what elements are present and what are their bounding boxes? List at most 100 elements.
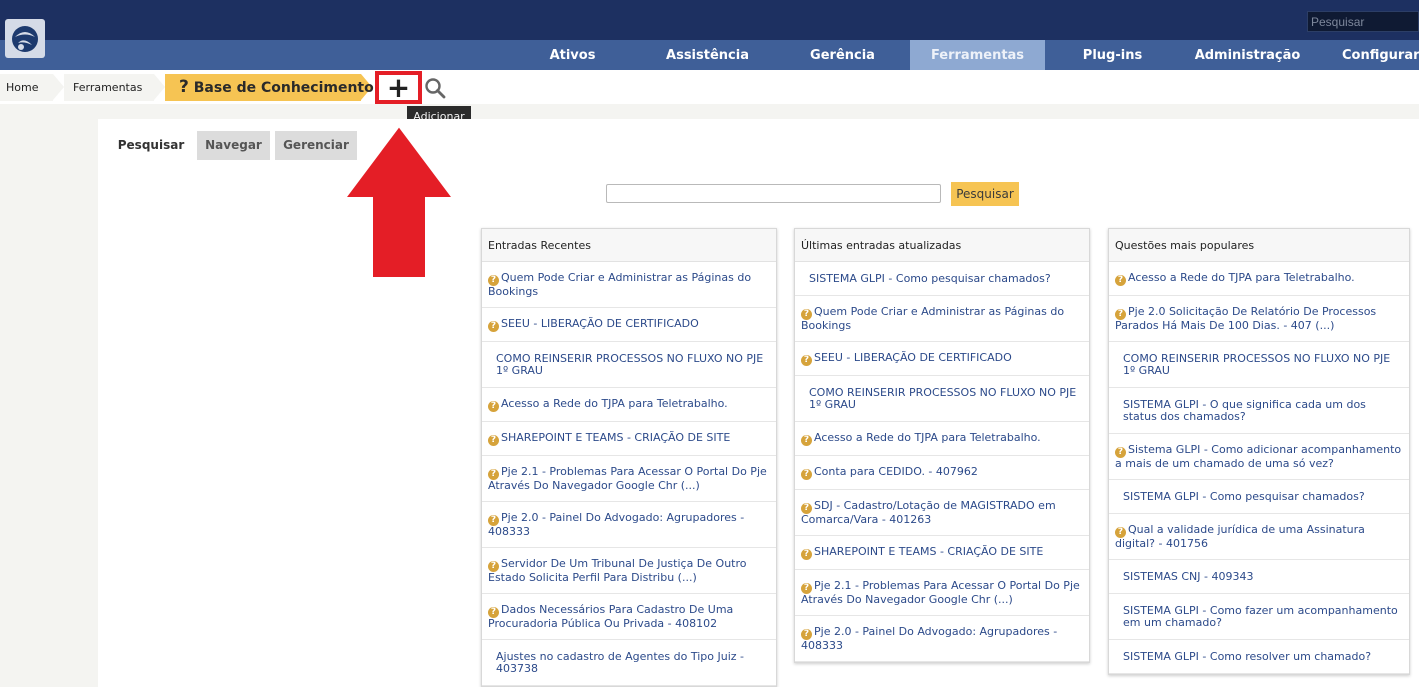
list-item[interactable]: ? Qual a validade jurídica de uma Assinat… bbox=[1109, 514, 1409, 560]
list-item-label: Pje 2.0 - Painel Do Advogado: Agrupadore… bbox=[801, 624, 1058, 652]
list-item-label: Pje 2.1 - Problemas Para Acessar O Porta… bbox=[488, 464, 767, 492]
list-item-content: ? Qual a validade jurídica de uma Assinat… bbox=[1115, 522, 1403, 550]
list-item-content: ? SDJ - Cadastro/Lotação de MAGISTRADO em… bbox=[801, 498, 1083, 526]
faq-icon: ? bbox=[801, 434, 812, 446]
list-item-label: Ajustes no cadastro de Agentes do Tipo J… bbox=[496, 649, 745, 675]
annotation-arrow-icon bbox=[343, 124, 455, 279]
popular-questions-list: ? Acesso a Rede do TJPA para Teletrabalho… bbox=[1109, 262, 1409, 674]
list-item[interactable]: COMO REINSERIR PROCESSOS NO FLUXO NO PJE… bbox=[482, 342, 776, 388]
list-item[interactable]: ? Pje 2.1 - Problemas Para Acessar O Port… bbox=[795, 570, 1089, 616]
list-item[interactable]: SISTEMA GLPI - Como fazer um acompanhame… bbox=[1109, 594, 1409, 640]
list-item-label: SHAREPOINT E TEAMS - CRIAÇÃO DE SITE bbox=[814, 544, 1044, 558]
list-item-label: COMO REINSERIR PROCESSOS NO FLUXO NO PJE… bbox=[496, 351, 764, 377]
kb-search-button[interactable]: Pesquisar bbox=[951, 182, 1019, 206]
list-item[interactable]: ? Quem Pode Criar e Administrar as Página… bbox=[795, 296, 1089, 342]
list-item-label: SHAREPOINT E TEAMS - CRIAÇÃO DE SITE bbox=[501, 430, 731, 444]
list-item[interactable]: ? SDJ - Cadastro/Lotação de MAGISTRADO em… bbox=[795, 490, 1089, 536]
list-item[interactable]: Ajustes no cadastro de Agentes do Tipo J… bbox=[482, 640, 776, 686]
list-item-content: ? Dados Necessários Para Cadastro De Uma … bbox=[488, 602, 770, 630]
list-item-content: ? Acesso a Rede do TJPA para Teletrabalho… bbox=[1115, 270, 1355, 286]
list-item[interactable]: SISTEMA GLPI - Como pesquisar chamados? bbox=[795, 262, 1089, 296]
list-item[interactable]: ? Acesso a Rede do TJPA para Teletrabalho… bbox=[482, 388, 776, 422]
menu-configurar[interactable]: Configurar bbox=[1342, 40, 1419, 70]
list-item[interactable]: SISTEMA GLPI - Como pesquisar chamados? bbox=[1109, 480, 1409, 514]
popular-questions-title: Questões mais populares bbox=[1109, 229, 1409, 262]
faq-icon: ? bbox=[1115, 274, 1126, 286]
list-item[interactable]: ? Dados Necessários Para Cadastro De Uma … bbox=[482, 594, 776, 640]
menu-ferramentas[interactable]: Ferramentas bbox=[910, 40, 1045, 70]
list-item[interactable]: ? SHAREPOINT E TEAMS - CRIAÇÃO DE SITE bbox=[795, 536, 1089, 570]
breadcrumb-home[interactable]: Home bbox=[6, 74, 38, 101]
popular-questions-box: Questões mais populares ? Acesso a Rede d… bbox=[1108, 228, 1410, 675]
list-item-label: SISTEMAS CNJ - 409343 bbox=[1123, 569, 1254, 583]
list-item[interactable]: ? SEEU - LIBERAÇÃO DE CERTIFICADO bbox=[795, 342, 1089, 376]
list-item-content: SISTEMA GLPI - O que significa cada um d… bbox=[1115, 397, 1403, 423]
list-item-label: COMO REINSERIR PROCESSOS NO FLUXO NO PJE… bbox=[809, 385, 1077, 411]
list-item-content: ? Quem Pode Criar e Administrar as Página… bbox=[801, 304, 1083, 332]
kb-search-input[interactable] bbox=[606, 184, 941, 203]
breadcrumb-ferramentas[interactable]: Ferramentas bbox=[73, 74, 142, 101]
list-item[interactable]: ? Quem Pode Criar e Administrar as Página… bbox=[482, 262, 776, 308]
list-item[interactable]: COMO REINSERIR PROCESSOS NO FLUXO NO PJE… bbox=[1109, 342, 1409, 388]
menu-administracao[interactable]: Administração bbox=[1190, 40, 1305, 70]
tab-navegar[interactable]: Navegar bbox=[197, 131, 270, 160]
menu-assistencia[interactable]: Assistência bbox=[660, 40, 755, 70]
list-item[interactable]: SISTEMA GLPI - Como resolver um chamado? bbox=[1109, 640, 1409, 674]
tab-pesquisar[interactable]: Pesquisar bbox=[115, 131, 187, 160]
faq-icon: ? bbox=[488, 434, 499, 446]
menu-plugins[interactable]: Plug-ins bbox=[1075, 40, 1150, 70]
menu-ativos[interactable]: Ativos bbox=[530, 40, 615, 70]
list-item-label: Qual a validade jurídica de uma Assinatu… bbox=[1115, 522, 1365, 550]
list-item[interactable]: ? Servidor De Um Tribunal De Justiça De O… bbox=[482, 548, 776, 594]
breadcrumb-current[interactable]: ? Base de Conhecimento bbox=[179, 74, 374, 101]
global-search-input[interactable] bbox=[1307, 11, 1419, 32]
list-item-label: Quem Pode Criar e Administrar as Páginas… bbox=[801, 304, 1065, 332]
list-item[interactable]: SISTEMA GLPI - O que significa cada um d… bbox=[1109, 388, 1409, 434]
menu-gerencia[interactable]: Gerência bbox=[800, 40, 885, 70]
list-item[interactable]: ? Pje 2.0 - Painel Do Advogado: Agrupador… bbox=[482, 502, 776, 548]
list-item-content: COMO REINSERIR PROCESSOS NO FLUXO NO PJE… bbox=[488, 351, 770, 377]
list-item-content: ? Servidor De Um Tribunal De Justiça De O… bbox=[488, 556, 770, 584]
list-item-label: Acesso a Rede do TJPA para Teletrabalho. bbox=[1128, 270, 1355, 284]
list-item[interactable]: ? Acesso a Rede do TJPA para Teletrabalho… bbox=[1109, 262, 1409, 296]
list-item[interactable]: SISTEMAS CNJ - 409343 bbox=[1109, 560, 1409, 594]
list-item[interactable]: ? Acesso a Rede do TJPA para Teletrabalho… bbox=[795, 422, 1089, 456]
recent-entries-title: Entradas Recentes bbox=[482, 229, 776, 262]
app-logo[interactable] bbox=[5, 19, 45, 58]
list-item[interactable]: ? Pje 2.1 - Problemas Para Acessar O Port… bbox=[482, 456, 776, 502]
list-item-content: ? SEEU - LIBERAÇÃO DE CERTIFICADO bbox=[488, 317, 699, 332]
list-item-content: ? SHAREPOINT E TEAMS - CRIAÇÃO DE SITE bbox=[801, 544, 1044, 560]
search-icon bbox=[425, 78, 446, 99]
list-item-content: ? Conta para CEDIDO. - 407962 bbox=[801, 464, 978, 480]
list-item[interactable]: ? Pje 2.0 - Painel Do Advogado: Agrupador… bbox=[795, 616, 1089, 662]
search-button[interactable] bbox=[424, 77, 446, 99]
list-item-content: SISTEMAS CNJ - 409343 bbox=[1115, 569, 1254, 583]
list-item-label: Conta para CEDIDO. - 407962 bbox=[814, 464, 978, 478]
list-item[interactable]: ? SHAREPOINT E TEAMS - CRIAÇÃO DE SITE bbox=[482, 422, 776, 456]
list-item-label: SISTEMA GLPI - O que significa cada um d… bbox=[1123, 397, 1366, 423]
list-item-label: Servidor De Um Tribunal De Justiça De Ou… bbox=[488, 556, 747, 584]
list-item-label: SISTEMA GLPI - Como fazer um acompanhame… bbox=[1123, 603, 1398, 629]
list-item-content: ? Acesso a Rede do TJPA para Teletrabalho… bbox=[801, 430, 1041, 446]
list-item-label: Dados Necessários Para Cadastro De Uma P… bbox=[488, 602, 734, 630]
list-item[interactable]: COMO REINSERIR PROCESSOS NO FLUXO NO PJE… bbox=[795, 376, 1089, 422]
breadcrumb-separator bbox=[53, 74, 64, 100]
faq-icon: ? bbox=[801, 468, 812, 480]
list-item-content: SISTEMA GLPI - Como pesquisar chamados? bbox=[1115, 490, 1365, 503]
list-item-label: Acesso a Rede do TJPA para Teletrabalho. bbox=[814, 430, 1041, 444]
breadcrumb-separator bbox=[154, 74, 165, 100]
faq-icon: ? bbox=[801, 354, 812, 366]
list-item-content: Ajustes no cadastro de Agentes do Tipo J… bbox=[488, 649, 770, 675]
list-item-content: ? Pje 2.1 - Problemas Para Acessar O Port… bbox=[801, 579, 1083, 606]
list-item[interactable]: ? Conta para CEDIDO. - 407962 bbox=[795, 456, 1089, 490]
list-item[interactable]: ? Pje 2.0 Solicitação De Relatório De Pro… bbox=[1109, 296, 1409, 342]
list-item-label: Sistema GLPI - Como adicionar acompanham… bbox=[1115, 442, 1402, 470]
question-icon: ? bbox=[179, 77, 189, 97]
list-item[interactable]: ? SEEU - LIBERAÇÃO DE CERTIFICADO bbox=[482, 308, 776, 342]
add-button[interactable]: + bbox=[375, 71, 422, 104]
list-item-label: SDJ - Cadastro/Lotação de MAGISTRADO em … bbox=[801, 498, 1056, 526]
list-item-content: COMO REINSERIR PROCESSOS NO FLUXO NO PJE… bbox=[801, 385, 1083, 411]
recent-entries-box: Entradas Recentes ? Quem Pode Criar e Adm… bbox=[481, 228, 777, 687]
list-item[interactable]: ? Sistema GLPI - Como adicionar acompanha… bbox=[1109, 434, 1409, 480]
logo-icon bbox=[12, 25, 38, 52]
